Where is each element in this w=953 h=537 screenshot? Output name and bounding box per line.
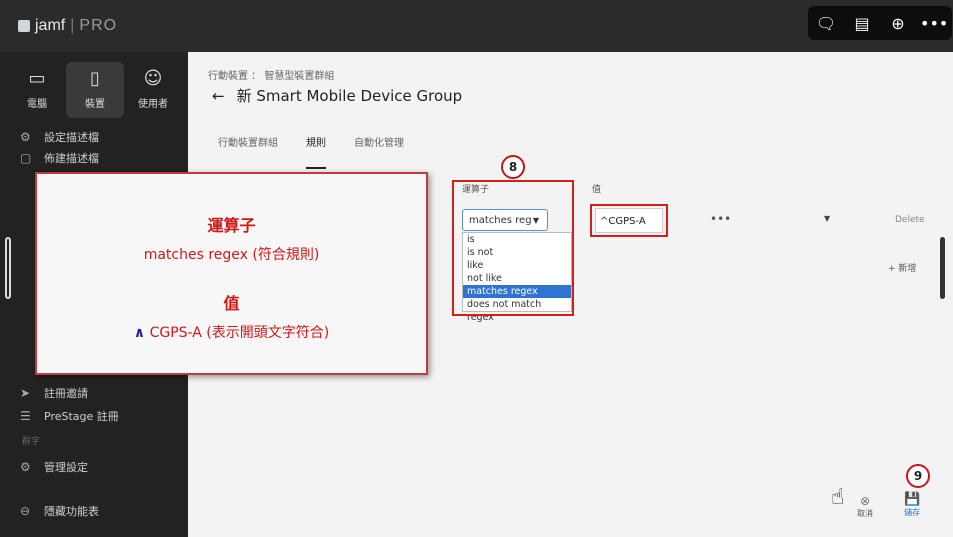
tab-devices-label: 裝置 <box>85 99 105 110</box>
more-options-button[interactable]: ••• <box>710 212 731 226</box>
sidebar-item-config-profiles[interactable]: ⚙ 設定描述檔 <box>20 129 99 145</box>
chat-icon[interactable]: 🗨 <box>812 14 840 33</box>
logo-divider: | <box>70 17 75 34</box>
scrollbar[interactable] <box>940 237 945 299</box>
collapse-icon: ⊖ <box>20 504 31 518</box>
callout-heading-value: 值 <box>223 294 240 313</box>
tab-users-label: 使用者 <box>138 99 168 110</box>
sidebar-section-label: 群字 <box>22 437 41 447</box>
send-icon: ➤ <box>20 386 31 400</box>
mobile-device-icon: ▯ <box>90 68 100 89</box>
download-icon[interactable]: ⊕ <box>884 14 912 33</box>
doc-icon: ▢ <box>20 151 32 165</box>
save-button[interactable]: 💾 儲存 <box>904 492 920 518</box>
sidebar-item-prestage[interactable]: ☰ PreStage 註冊 <box>20 408 119 424</box>
hand-cursor-icon: ☝ <box>831 485 845 510</box>
breadcrumb[interactable]: 行動裝置 ： 智慧型裝置群組 <box>208 67 334 82</box>
chevron-down-icon[interactable]: ▼ <box>824 214 830 223</box>
cancel-label: 取消 <box>857 509 873 518</box>
logo-name: jamf <box>35 17 66 34</box>
gear-icon: ⚙ <box>20 460 31 474</box>
page-title-row: ← 新 Smart Mobile Device Group <box>212 85 462 106</box>
user-icon: ☺ <box>143 68 163 89</box>
tab-mobile-device-group[interactable]: 行動裝置群組 <box>218 134 278 169</box>
top-actions: 🗨 ▤ ⊕ ••• <box>808 6 952 40</box>
callout-value-text: CGPS-A (表示開頭文字符合) <box>145 325 330 341</box>
tab-computers-label: 電腦 <box>27 99 47 110</box>
annotation-callout: 運算子 matches regex (符合規則) 值 ∧ CGPS-A (表示開… <box>35 172 428 375</box>
tab-computers[interactable]: ▭ 電腦 <box>8 62 66 118</box>
tab-devices[interactable]: ▯ 裝置 <box>66 62 124 118</box>
sidebar-item-label: PreStage 註冊 <box>44 410 119 423</box>
value-label: 值 <box>592 185 602 195</box>
more-icon[interactable]: ••• <box>920 14 948 33</box>
tab-automated-management[interactable]: 自動化管理 <box>354 134 404 169</box>
tab-criteria[interactable]: 規則 <box>306 134 326 169</box>
cancel-button[interactable]: ⊗ 取消 <box>857 494 873 519</box>
sidebar-item-management-settings[interactable]: ⚙ 管理設定 <box>20 459 88 475</box>
callout-heading-operator: 運算子 <box>207 216 256 235</box>
caret-symbol: ∧ <box>133 325 146 341</box>
callout-operator-text: matches regex (符合規則) <box>143 247 320 263</box>
step-badge-9: 9 <box>906 464 930 488</box>
save-icon: 💾 <box>904 492 921 507</box>
desktop-icon[interactable]: ▤ <box>848 14 876 33</box>
annotation-box-value <box>590 204 668 237</box>
callout-value-line: ∧ CGPS-A (表示開頭文字符合) <box>37 322 426 342</box>
jamf-logo-icon <box>18 20 30 32</box>
page-title: 新 Smart Mobile Device Group <box>236 87 463 105</box>
sidebar-item-hide-menu[interactable]: ⊖ 隱藏功能表 <box>20 503 99 519</box>
back-arrow-icon[interactable]: ← <box>212 87 225 105</box>
sidebar-item-label: 管理設定 <box>44 461 88 474</box>
sidebar-item-label: 隱藏功能表 <box>44 505 99 518</box>
add-criteria-button[interactable]: + 新增 <box>888 261 916 274</box>
step-badge-8: 8 <box>501 155 525 179</box>
laptop-icon: ▭ <box>28 68 46 89</box>
list-icon: ☰ <box>20 409 31 423</box>
jamf-logo[interactable]: jamf | PRO <box>18 17 117 35</box>
sidebar-item-label: 佈建描述檔 <box>44 152 99 165</box>
sidebar-item-enrollment-invitations[interactable]: ➤ 註冊邀請 <box>20 385 88 401</box>
sidebar-item-label: 註冊邀請 <box>44 387 88 400</box>
cancel-icon: ⊗ <box>859 494 871 508</box>
save-label: 儲存 <box>904 508 921 517</box>
sidebar-item-label: 設定描述檔 <box>44 131 99 144</box>
sidebar-item-provisioning[interactable]: ▢ 佈建描述檔 <box>20 150 99 166</box>
annotation-box-operator <box>452 180 574 316</box>
page-tabs: 行動裝置群組 規則 自動化管理 <box>218 134 404 169</box>
gear-doc-icon: ⚙ <box>20 130 31 144</box>
sidebar-resize-handle[interactable] <box>5 237 11 299</box>
sidebar-tabs: ▭ 電腦 ▯ 裝置 ☺ 使用者 <box>8 62 188 118</box>
delete-button[interactable]: Delete <box>895 215 925 225</box>
top-bar: jamf | PRO 🗨 ▤ ⊕ ••• <box>0 0 953 52</box>
tab-users[interactable]: ☺ 使用者 <box>124 62 182 118</box>
logo-product: PRO <box>79 17 118 34</box>
